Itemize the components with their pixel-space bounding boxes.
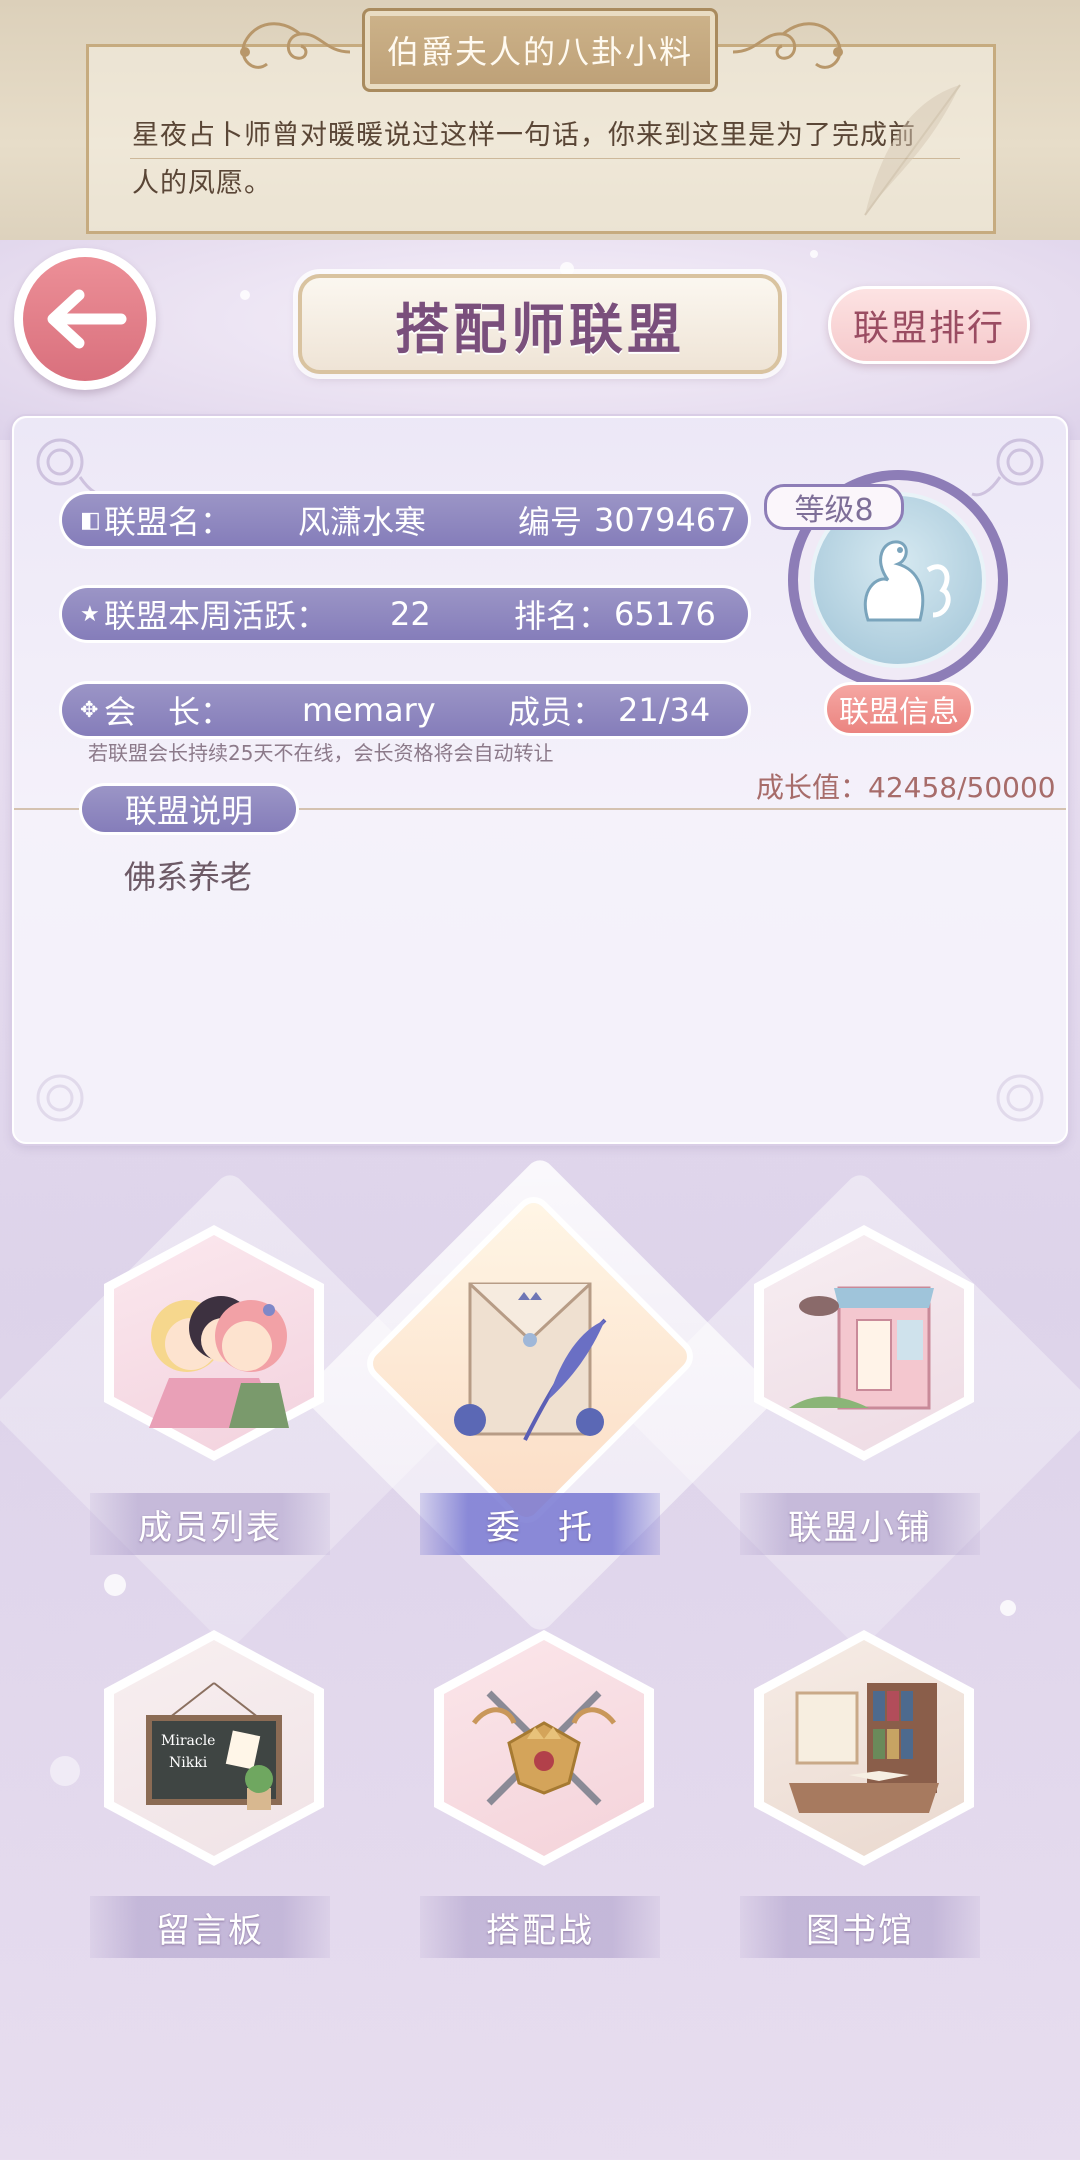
menu-label-members: 成员列表 [90, 1493, 330, 1555]
members-icon [149, 1296, 289, 1428]
page-title: 搭配师联盟 [395, 297, 685, 361]
crossed-swords-icon [472, 1690, 616, 1806]
sparkle [1000, 1600, 1016, 1616]
gossip-title-plate: 伯爵夫人的八卦小料 [362, 8, 718, 92]
commission-tile [368, 1198, 692, 1522]
menu-item-members[interactable]: 成员列表 [90, 1225, 350, 1565]
leader-transfer-note: 若联盟会长持续25天不在线，会长资格将会自动转让 [88, 741, 554, 765]
alliance-name-value: 风潇水寒 [298, 503, 427, 541]
alliance-id-label: 编号 [518, 503, 583, 541]
shop-icon [789, 1286, 934, 1410]
alliance-name-row: ◧ 联盟名： 风潇水寒 编号 3079467 [62, 494, 748, 546]
menu-item-library[interactable]: 图书馆 [740, 1630, 1000, 1970]
sparkle [810, 250, 818, 258]
menu-label-styling-battle: 搭配战 [420, 1896, 660, 1958]
star-icon: ★ [80, 601, 100, 627]
book-icon: ◧ [80, 507, 101, 533]
back-button-face [23, 257, 147, 381]
gossip-line-2: 人的凤愿。 [132, 168, 272, 199]
sparkle [104, 1574, 126, 1596]
alliance-description-tab: 联盟说明 [82, 786, 296, 832]
sparkle [50, 1756, 80, 1786]
gossip-text: 星夜占卜师曾对暖暖说过这样一句话，你来到这里是为了完成前 人的凤愿。 [132, 112, 962, 208]
leader-value: memary [302, 691, 436, 729]
flourish-left-icon [240, 22, 351, 69]
back-arrow-icon [47, 289, 127, 349]
styling-battle-hex [434, 1630, 654, 1866]
rose-ornament-icon [36, 1074, 84, 1122]
feather-icon [864, 84, 961, 216]
alliance-activity-row: ★ 联盟本周活跃： 22 排名： 65176 [62, 588, 748, 640]
menu-item-shop[interactable]: 联盟小铺 [740, 1225, 1000, 1565]
back-button[interactable] [14, 248, 156, 390]
shop-hex [754, 1225, 974, 1461]
menu-label-shop: 联盟小铺 [740, 1493, 980, 1555]
activity-value: 22 [390, 595, 431, 633]
svg-text:Miracle: Miracle [161, 1733, 215, 1749]
gossip-divider [130, 158, 960, 159]
sparkle-icon: ✥ [80, 697, 99, 723]
alliance-info-button[interactable]: 联盟信息 [824, 682, 974, 736]
message-board-icon: Miracle Nikki [146, 1682, 282, 1810]
activity-label: 联盟本周活跃： [104, 597, 329, 635]
swan-emblem-icon [863, 540, 951, 622]
alliance-leader-row: ✥ 会 长： memary 成员： 21/34 [62, 684, 748, 736]
rank-label: 排名： [514, 597, 611, 635]
library-hex [754, 1630, 974, 1866]
sparkle [240, 290, 250, 300]
menu-label-message-board: 留言板 [90, 1896, 330, 1958]
level-badge: 等级8 [764, 484, 904, 530]
gossip-line-1: 星夜占卜师曾对暖暖说过这样一句话，你来到这里是为了完成前 [132, 120, 916, 151]
menu-label-library: 图书馆 [740, 1896, 980, 1958]
menu-item-styling-battle[interactable]: 搭配战 [410, 1630, 670, 1970]
gossip-title: 伯爵夫人的八卦小料 [386, 33, 693, 71]
members-hex [104, 1225, 324, 1461]
alliance-description-text: 佛系养老 [124, 858, 253, 896]
svg-text:Nikki: Nikki [169, 1755, 208, 1771]
alliance-name-label: 联盟名： [104, 503, 233, 541]
growth-value: 成长值：42458/50000 [756, 771, 1056, 804]
menu-item-message-board[interactable]: Miracle Nikki 留言板 [90, 1630, 350, 1970]
gossip-banner: 伯爵夫人的八卦小料 星夜占卜师曾对暖暖说过这样一句话，你来到这里是为了完成前 人… [0, 0, 1080, 240]
flourish-right-icon [732, 22, 843, 69]
menu-item-commission[interactable]: 委 托 [368, 1198, 692, 1565]
leader-label: 会 长： [104, 693, 233, 731]
members-label: 成员： [508, 693, 605, 731]
alliance-id-value: 3079467 [594, 501, 737, 539]
message-board-hex: Miracle Nikki [104, 1630, 324, 1866]
alliance-ranking-button[interactable]: 联盟排行 [828, 286, 1030, 364]
rank-value: 65176 [614, 595, 716, 633]
commission-envelope-icon [454, 1282, 607, 1441]
rose-ornament-icon [996, 1074, 1044, 1122]
title-plate: 搭配师联盟 [298, 274, 782, 374]
members-value: 21/34 [618, 691, 711, 729]
menu-label-commission: 委 托 [420, 1493, 660, 1555]
rose-ornament-icon [971, 438, 1044, 497]
library-icon [789, 1683, 939, 1813]
